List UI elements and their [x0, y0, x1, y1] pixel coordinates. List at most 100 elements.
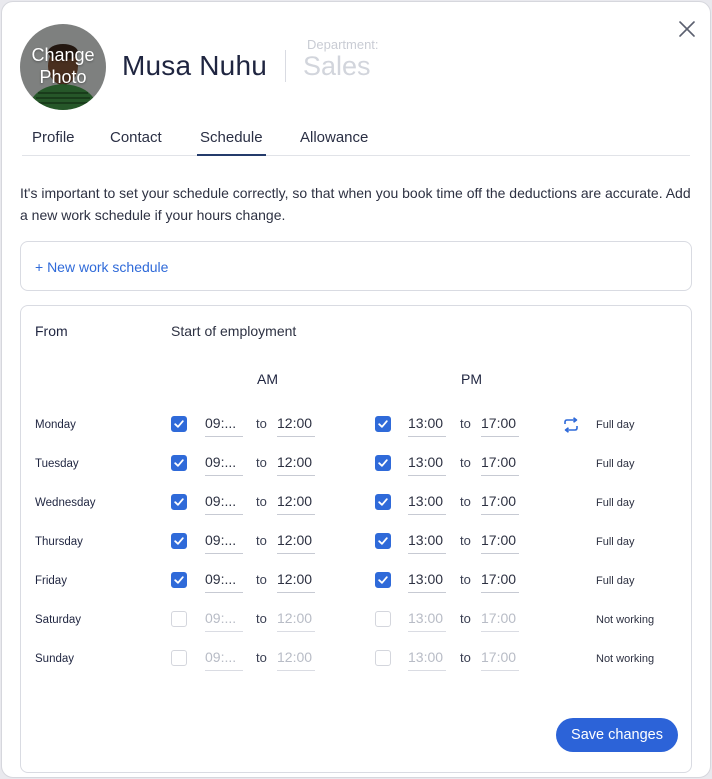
pm-end-time-input[interactable]: 17:00: [481, 530, 519, 554]
save-changes-button[interactable]: Save changes: [556, 718, 678, 752]
to-label: to: [256, 455, 267, 470]
employee-name: Musa Nuhu: [122, 50, 267, 81]
pm-end-time-input[interactable]: 17:00: [481, 452, 519, 476]
schedule-row: Saturday 09:... to 12:00 13:00 to 17:00 Not wor…: [21, 604, 691, 638]
pm-checkbox[interactable]: [375, 533, 391, 549]
pm-start-time-input[interactable]: 13:00: [408, 491, 446, 515]
tab-contact[interactable]: Contact: [110, 129, 162, 146]
am-end-time-input[interactable]: 12:00: [277, 413, 315, 437]
pm-checkbox[interactable]: [375, 455, 391, 471]
day-label: Friday: [35, 575, 67, 587]
to-label: to: [256, 572, 267, 587]
am-end-time-input[interactable]: 12:00: [277, 569, 315, 593]
tab-schedule[interactable]: Schedule: [197, 129, 266, 156]
schedule-row: Tuesday 09:... to 12:00 13:00 to 17:00 Full day: [21, 448, 691, 482]
am-start-time-input[interactable]: 09:...: [205, 530, 243, 554]
day-status: Not working: [596, 614, 655, 626]
am-start-time-input[interactable]: 09:...: [205, 647, 243, 671]
am-checkbox[interactable]: [171, 416, 187, 432]
change-photo-label: Change Photo: [31, 45, 95, 87]
new-schedule-panel: + New work schedule: [20, 241, 692, 291]
am-end-time-input[interactable]: 12:00: [277, 491, 315, 515]
pm-checkbox[interactable]: [375, 416, 391, 432]
schedule-row: Friday 09:... to 12:00 13:00 to 17:00 Full day: [21, 565, 691, 599]
tab-allowance[interactable]: Allowance: [300, 129, 368, 146]
am-end-time-input[interactable]: 12:00: [277, 647, 315, 671]
schedule-row: Sunday 09:... to 12:00 13:00 to 17:00 Not worki…: [21, 643, 691, 677]
tab-bar: Profile Contact Schedule Allowance: [22, 120, 690, 156]
tab-profile[interactable]: Profile: [32, 129, 75, 146]
pm-start-time-input[interactable]: 13:00: [408, 608, 446, 632]
schedule-row: Wednesday 09:... to 12:00 13:00 to 17:00 Full d…: [21, 487, 691, 521]
pm-start-time-input[interactable]: 13:00: [408, 647, 446, 671]
repeat-icon[interactable]: [562, 417, 580, 433]
to-label: to: [256, 494, 267, 509]
schedule-row: Thursday 09:... to 12:00 13:00 to 17:00 Full da…: [21, 526, 691, 560]
to-label: to: [460, 650, 471, 665]
pm-checkbox[interactable]: [375, 650, 391, 666]
pm-checkbox[interactable]: [375, 611, 391, 627]
am-start-time-input[interactable]: 09:...: [205, 452, 243, 476]
am-checkbox[interactable]: [171, 611, 187, 627]
day-status: Full day: [596, 536, 635, 548]
new-work-schedule-link[interactable]: + New work schedule: [35, 259, 168, 275]
am-end-time-input[interactable]: 12:00: [277, 530, 315, 554]
to-label: to: [460, 572, 471, 587]
to-label: to: [460, 455, 471, 470]
am-checkbox[interactable]: [171, 533, 187, 549]
day-status: Full day: [596, 575, 635, 587]
avatar[interactable]: Change Photo: [20, 24, 106, 110]
am-checkbox[interactable]: [171, 494, 187, 510]
schedule-intro-text: It's important to set your schedule corr…: [20, 185, 691, 223]
close-icon[interactable]: [678, 20, 696, 38]
day-label: Monday: [35, 419, 76, 431]
pm-checkbox[interactable]: [375, 494, 391, 510]
to-label: to: [256, 416, 267, 431]
pm-checkbox[interactable]: [375, 572, 391, 588]
am-start-time-input[interactable]: 09:...: [205, 413, 243, 437]
pm-header: PM: [461, 371, 482, 387]
day-status: Not working: [596, 653, 655, 665]
pm-start-time-input[interactable]: 13:00: [408, 413, 446, 437]
work-schedule-panel: From Start of employment AM PM Monday 09:…: [20, 305, 692, 773]
to-label: to: [460, 611, 471, 626]
pm-end-time-input[interactable]: 17:00: [481, 647, 519, 671]
am-start-time-input[interactable]: 09:...: [205, 491, 243, 515]
am-end-time-input[interactable]: 12:00: [277, 608, 315, 632]
pm-start-time-input[interactable]: 13:00: [408, 530, 446, 554]
day-status: Full day: [596, 458, 635, 470]
day-label: Thursday: [35, 536, 83, 548]
from-label: From: [35, 323, 68, 339]
am-header: AM: [257, 371, 278, 387]
header-divider: [285, 50, 286, 82]
pm-end-time-input[interactable]: 17:00: [481, 413, 519, 437]
to-label: to: [460, 533, 471, 548]
pm-end-time-input[interactable]: 17:00: [481, 569, 519, 593]
am-end-time-input[interactable]: 12:00: [277, 452, 315, 476]
am-checkbox[interactable]: [171, 572, 187, 588]
day-label: Sunday: [35, 653, 75, 665]
to-label: to: [460, 416, 471, 431]
to-label: to: [460, 494, 471, 509]
to-label: to: [256, 533, 267, 548]
pm-end-time-input[interactable]: 17:00: [481, 491, 519, 515]
pm-end-time-input[interactable]: 17:00: [481, 608, 519, 632]
schedule-row: Monday 09:... to 12:00 13:00 to 17:00 Full day: [21, 409, 691, 443]
am-checkbox[interactable]: [171, 455, 187, 471]
am-checkbox[interactable]: [171, 650, 187, 666]
day-label: Tuesday: [35, 458, 79, 470]
from-value: Start of employment: [171, 323, 297, 339]
to-label: to: [256, 611, 267, 626]
day-label: Wednesday: [35, 497, 96, 509]
day-status: Full day: [596, 419, 635, 431]
am-start-time-input[interactable]: 09:...: [205, 569, 243, 593]
edit-employee-modal: Change Photo Musa Nuhu Department: Sales…: [1, 1, 711, 778]
day-label: Saturday: [35, 614, 82, 626]
am-start-time-input[interactable]: 09:...: [205, 608, 243, 632]
pm-start-time-input[interactable]: 13:00: [408, 452, 446, 476]
day-status: Full day: [596, 497, 635, 509]
department-label: Department:: [307, 37, 379, 52]
pm-start-time-input[interactable]: 13:00: [408, 569, 446, 593]
to-label: to: [256, 650, 267, 665]
department-value: Sales: [303, 51, 371, 81]
